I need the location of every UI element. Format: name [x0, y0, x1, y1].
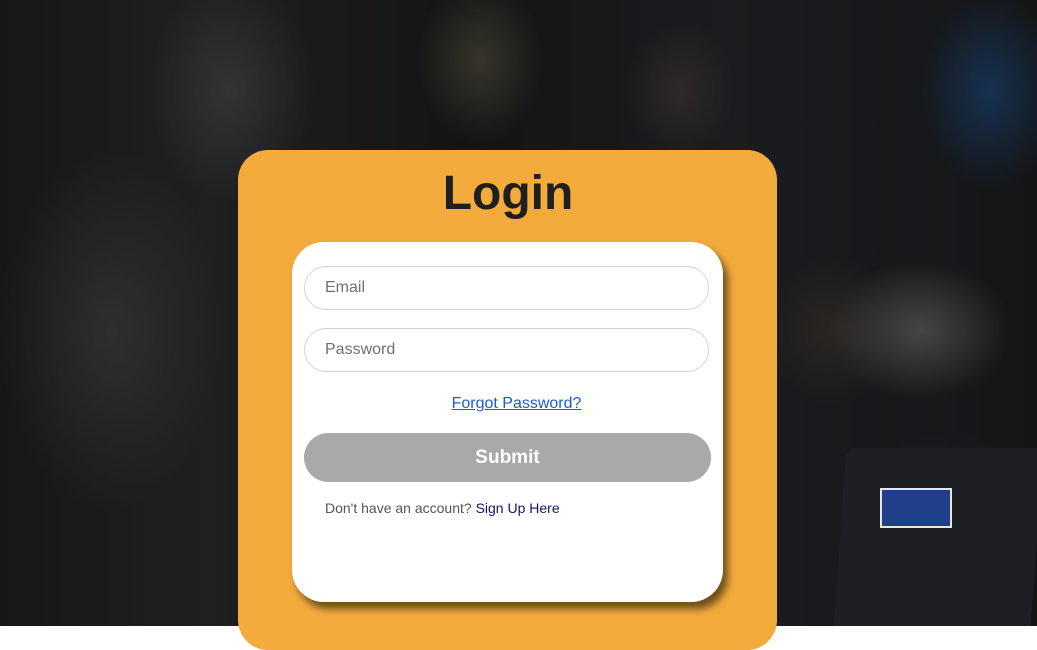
- background-laptop-sticker: [880, 488, 952, 528]
- signup-row: Don't have an account? Sign Up Here: [325, 500, 560, 516]
- forgot-password-link[interactable]: Forgot Password?: [304, 395, 729, 413]
- submit-button[interactable]: Submit: [304, 433, 711, 482]
- email-input[interactable]: [304, 266, 709, 310]
- signup-link[interactable]: Sign Up Here: [476, 500, 560, 516]
- login-title: Login: [442, 167, 574, 220]
- background-laptop: [833, 448, 1037, 626]
- password-input[interactable]: [304, 328, 709, 372]
- signup-prompt: Don't have an account?: [325, 500, 472, 516]
